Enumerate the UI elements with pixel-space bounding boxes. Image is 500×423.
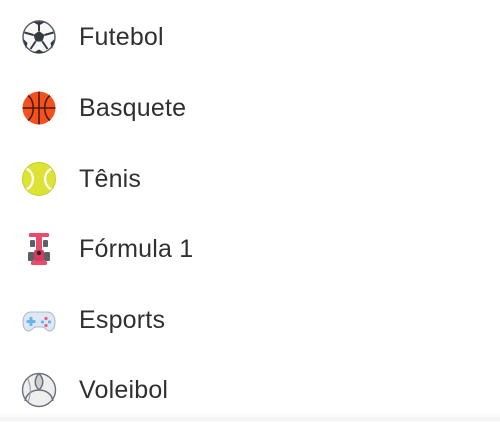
volleyball-icon xyxy=(21,372,57,408)
sport-label-futebol: Futebol xyxy=(79,23,164,51)
sports-list: Futebol Basquete Tênis Fórmula 1 Esports… xyxy=(0,0,500,421)
sport-label-tenis: Tênis xyxy=(79,165,142,193)
sport-item-basquete[interactable]: Basquete xyxy=(0,75,500,141)
sport-item-futebol[interactable]: Futebol xyxy=(0,4,500,70)
formula-1-car-icon xyxy=(21,231,57,267)
sport-label-formula-1: Fórmula 1 xyxy=(79,235,194,263)
soccer-ball-icon xyxy=(21,19,57,55)
sport-label-basquete: Basquete xyxy=(79,94,187,122)
tennis-ball-icon xyxy=(21,161,57,197)
sport-item-tenis[interactable]: Tênis xyxy=(0,146,500,212)
gamepad-icon xyxy=(21,302,57,338)
sport-label-voleibol: Voleibol xyxy=(79,376,169,404)
list-bottom-edge xyxy=(0,413,500,421)
sport-item-esports[interactable]: Esports xyxy=(0,287,500,353)
basketball-icon xyxy=(21,90,57,126)
sport-label-esports: Esports xyxy=(79,306,166,334)
sport-item-formula-1[interactable]: Fórmula 1 xyxy=(0,216,500,282)
